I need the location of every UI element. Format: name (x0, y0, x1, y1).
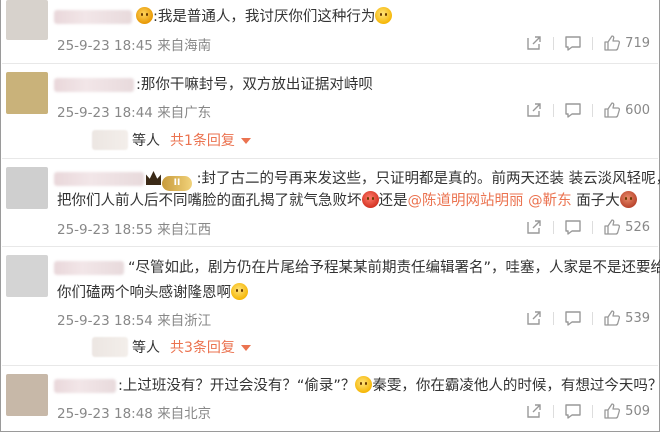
laughing-emoji-icon (355, 376, 373, 393)
username[interactable] (54, 261, 124, 275)
mention-link[interactable]: @陈道明网站明丽 (408, 193, 524, 209)
comment-date: 25-9-23 18:54 (57, 313, 153, 329)
comment-text: :那你干嘛封号，双方放出证据对峙呗 (136, 77, 373, 93)
avatar[interactable] (6, 0, 48, 40)
reply-count-link[interactable]: 共1条回复 (170, 130, 235, 150)
comment-date: 25-9-23 18:48 (57, 406, 153, 422)
divider (553, 220, 555, 234)
reply-count-link[interactable]: 共3条回复 (170, 337, 235, 357)
comment-text: :上过班没有？开过会没有？“偷录”？ 秦雯，你在霸凌他人的时候，有想过今天吗？ (118, 376, 660, 394)
comment-source: 来自广东 (157, 105, 212, 121)
username[interactable] (54, 78, 134, 92)
chevron-down-icon[interactable] (240, 138, 251, 144)
thumbs-up-icon[interactable] (603, 309, 621, 327)
comment-meta: 25-9-23 18:54 来自浙江 (57, 309, 211, 329)
avatar[interactable] (6, 255, 48, 297)
divider (553, 103, 555, 117)
like-count: 600 (625, 102, 650, 118)
reply-summary[interactable]: 等人 共1条回复 (92, 130, 251, 150)
crown-icon (146, 171, 161, 185)
comment-text: :我是普通人，我讨厌你们这种行为 (136, 6, 393, 28)
divider (592, 36, 594, 50)
comment-icon[interactable] (564, 309, 582, 327)
comment-icon[interactable] (564, 218, 582, 236)
like-count: 719 (625, 35, 650, 51)
comment-item: “尽管如此，剧方仍在片尾给予程某某前期责任编辑署名”，哇塞，人家是不是还要给 你… (0, 247, 660, 363)
pig-emoji-icon (619, 191, 637, 208)
comment-meta: 25-9-23 18:48 来自北京 (57, 402, 211, 422)
reply-users: 等人 (132, 133, 160, 149)
thinking-emoji-icon (231, 283, 248, 300)
reply-users: 等人 (132, 340, 160, 356)
comment-text-continued: 把你们人前人后不同嘴脸的面孔揭了就气急败坏 还是@陈道明网站明丽 @靳东 面子大 (57, 190, 637, 212)
reply-avatars (92, 130, 128, 150)
reply-avatars (92, 337, 128, 357)
thumbs-up-icon[interactable] (603, 402, 621, 420)
comment-actions: 719 (525, 34, 650, 52)
comment-meta: 25-9-23 18:44 来自广东 (57, 101, 211, 121)
comment-source: 来自江西 (157, 222, 212, 238)
thumbs-up-icon[interactable] (603, 34, 621, 52)
comment-item: II :封了古二的号再来发这些，只证明都是真的。前两天还装 装云淡风轻呢， 把你… (0, 159, 660, 245)
chevron-down-icon[interactable] (240, 345, 251, 351)
thumbs-up-icon[interactable] (603, 218, 621, 236)
comment-text: II :封了古二的号再来发这些，只证明都是真的。前两天还装 装云淡风轻呢， (146, 168, 660, 191)
comment-meta: 25-9-23 18:55 来自江西 (57, 218, 211, 238)
divider (592, 404, 594, 418)
comment-item: :上过班没有？开过会没有？“偷录”？ 秦雯，你在霸凌他人的时候，有想过今天吗？ 2… (0, 366, 660, 432)
comment-icon[interactable] (564, 101, 582, 119)
comment-text-continued: 你们磕两个响头感谢隆恩啊 (57, 282, 248, 304)
divider (553, 36, 555, 50)
comment-date: 25-9-23 18:44 (57, 105, 153, 121)
fan-level-badge: II (162, 176, 192, 191)
like-count: 526 (625, 219, 650, 235)
share-icon[interactable] (525, 34, 543, 52)
username[interactable] (54, 379, 116, 393)
divider (592, 311, 594, 325)
thumbs-up-icon[interactable] (603, 101, 621, 119)
username[interactable] (54, 172, 144, 186)
comment-icon[interactable] (564, 402, 582, 420)
comment-item: :我是普通人，我讨厌你们这种行为 25-9-23 18:45 来自海南 719 (0, 0, 658, 60)
divider (592, 103, 594, 117)
like-count: 539 (625, 310, 650, 326)
share-icon[interactable] (525, 218, 543, 236)
like-count: 509 (625, 403, 650, 419)
comment-item: :那你干嘛封号，双方放出证据对峙呗 25-9-23 18:44 来自广东 600… (0, 64, 658, 156)
comment-source: 来自北京 (157, 406, 212, 422)
mention-link[interactable]: @靳东 (528, 193, 572, 209)
comment-icon[interactable] (564, 34, 582, 52)
divider (553, 404, 555, 418)
reply-summary[interactable]: 等人 共3条回复 (92, 337, 251, 357)
avatar[interactable] (6, 374, 48, 416)
comment-actions: 600 (525, 101, 650, 119)
comment-source: 来自浙江 (157, 313, 212, 329)
share-icon[interactable] (525, 309, 543, 327)
comment-text: “尽管如此，剧方仍在片尾给予程某某前期责任编辑署名”，哇塞，人家是不是还要给 (128, 260, 660, 276)
divider (592, 220, 594, 234)
share-icon[interactable] (525, 101, 543, 119)
comment-actions: 509 (525, 402, 650, 420)
comment-meta: 25-9-23 18:45 来自海南 (57, 34, 211, 54)
comment-date: 25-9-23 18:55 (57, 222, 153, 238)
smiley-emoji-icon (375, 7, 393, 24)
smiley-emoji-icon (136, 7, 153, 24)
username[interactable] (54, 10, 132, 24)
share-icon[interactable] (525, 402, 543, 420)
divider (553, 311, 555, 325)
angry-emoji-icon (361, 191, 379, 208)
comment-source: 来自海南 (157, 38, 212, 54)
avatar[interactable] (6, 72, 48, 114)
avatar[interactable] (6, 167, 48, 209)
comment-actions: 539 (525, 309, 650, 327)
comment-actions: 526 (525, 218, 650, 236)
comment-date: 25-9-23 18:45 (57, 38, 153, 54)
